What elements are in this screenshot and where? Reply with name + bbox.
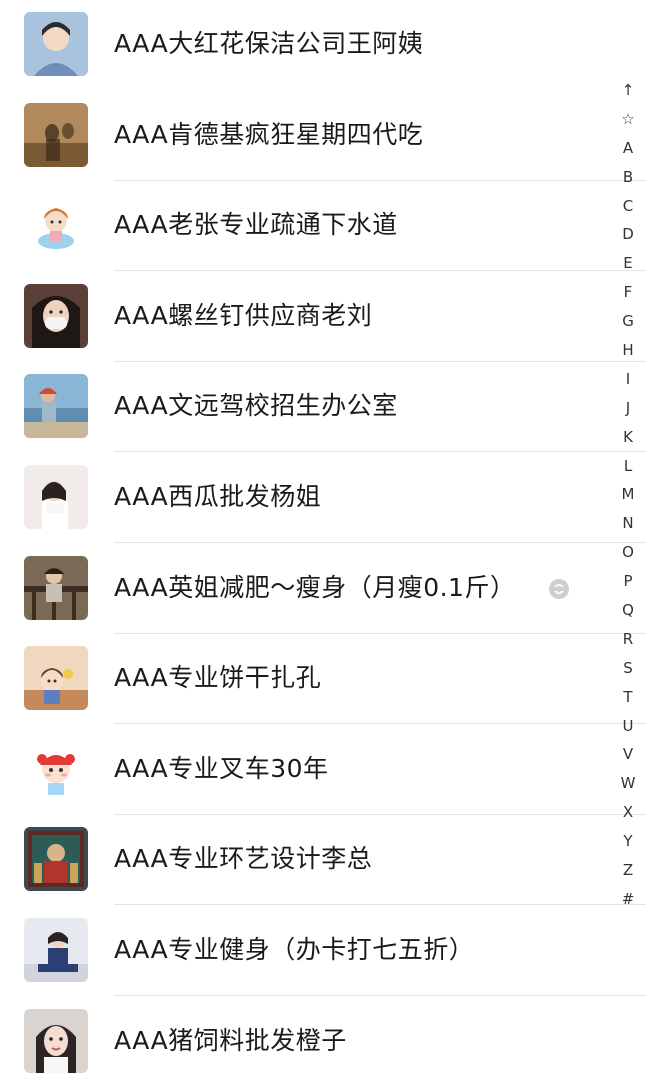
index-letter[interactable]: Z	[614, 856, 642, 885]
contact-row[interactable]: AAA文远驾校招生办公室	[0, 362, 646, 453]
index-letter[interactable]: L	[614, 452, 642, 481]
avatar	[24, 12, 88, 76]
contact-name: AAA专业环艺设计李总	[114, 844, 373, 874]
alphabet-index-bar[interactable]: ↑ ☆ A B C D E F G H I J K L M N O P Q R S T U V W X Y Z #	[614, 76, 642, 914]
index-letter[interactable]: K	[614, 423, 642, 452]
contact-row[interactable]: AAA猪饲料批发橙子	[0, 997, 646, 1087]
index-letter[interactable]: M	[614, 480, 642, 509]
contact-row[interactable]: AAA螺丝钉供应商老刘	[0, 272, 646, 362]
index-letter[interactable]: E	[614, 249, 642, 278]
index-letter[interactable]: R	[614, 625, 642, 654]
index-letter[interactable]: I	[614, 365, 642, 394]
avatar	[24, 1008, 88, 1073]
avatar	[24, 374, 88, 439]
contact-name: AAA猪饲料批发橙子	[114, 1025, 347, 1055]
avatar	[24, 283, 88, 348]
index-letter[interactable]: Q	[614, 596, 642, 625]
contact-name: AAA文远驾校招生办公室	[114, 391, 398, 421]
index-letter[interactable]: C	[614, 192, 642, 221]
avatar	[24, 646, 88, 711]
index-letter[interactable]: U	[614, 712, 642, 741]
index-letter[interactable]: F	[614, 278, 642, 307]
index-letter[interactable]: N	[614, 509, 642, 538]
index-letter[interactable]: G	[614, 307, 642, 336]
avatar	[24, 918, 88, 982]
index-letter[interactable]: ☆	[614, 105, 642, 134]
avatar	[24, 736, 88, 801]
contact-name: AAA大红花保洁公司王阿姨	[114, 29, 424, 58]
index-letter[interactable]: T	[614, 683, 642, 712]
index-letter[interactable]: ↑	[614, 76, 642, 105]
index-letter[interactable]: A	[614, 134, 642, 163]
avatar	[24, 555, 88, 620]
index-letter[interactable]: S	[614, 654, 642, 683]
index-letter[interactable]: W	[614, 769, 642, 798]
contact-row[interactable]: AAA英姐减肥～瘦身（月瘦0.1斤）	[0, 544, 646, 634]
contact-name: AAA英姐减肥～瘦身（月瘦0.1斤）	[114, 572, 516, 602]
contact-row[interactable]: AAA大红花保洁公司王阿姨	[0, 0, 646, 90]
index-letter[interactable]: #	[614, 885, 642, 914]
contact-row[interactable]: AAA专业健身（办卡打七五折）	[0, 906, 646, 996]
index-letter[interactable]: D	[614, 220, 642, 249]
avatar	[24, 193, 88, 258]
contact-row[interactable]: AAA专业饼干扎孔	[0, 634, 646, 725]
contact-row[interactable]: AAA西瓜批发杨姐	[0, 453, 646, 543]
index-letter[interactable]: O	[614, 538, 642, 567]
contact-name: AAA螺丝钉供应商老刘	[114, 300, 373, 330]
contact-name: AAA老张专业疏通下水道	[114, 210, 398, 240]
avatar	[24, 102, 88, 167]
contact-row[interactable]: AAA专业叉车30年	[0, 725, 646, 815]
avatar	[24, 827, 88, 892]
contact-name: AAA肯德基疯狂星期四代吃	[114, 119, 424, 149]
avatar	[24, 465, 88, 529]
index-letter[interactable]: H	[614, 336, 642, 365]
index-letter[interactable]: B	[614, 163, 642, 192]
contact-row[interactable]: AAA老张专业疏通下水道	[0, 181, 646, 272]
contact-name: AAA专业叉车30年	[114, 753, 329, 783]
index-letter[interactable]: P	[614, 567, 642, 596]
contact-name: AAA专业健身（办卡打七五折）	[114, 935, 475, 964]
contact-name: AAA西瓜批发杨姐	[114, 482, 322, 511]
status-icon	[548, 578, 570, 600]
contact-row[interactable]: AAA肯德基疯狂星期四代吃	[0, 91, 646, 181]
index-letter[interactable]: V	[614, 740, 642, 769]
index-letter[interactable]: J	[614, 394, 642, 423]
contact-row[interactable]: AAA专业环艺设计李总	[0, 815, 646, 906]
index-letter[interactable]: Y	[614, 827, 642, 856]
index-letter[interactable]: X	[614, 798, 642, 827]
contact-name: AAA专业饼干扎孔	[114, 663, 322, 693]
